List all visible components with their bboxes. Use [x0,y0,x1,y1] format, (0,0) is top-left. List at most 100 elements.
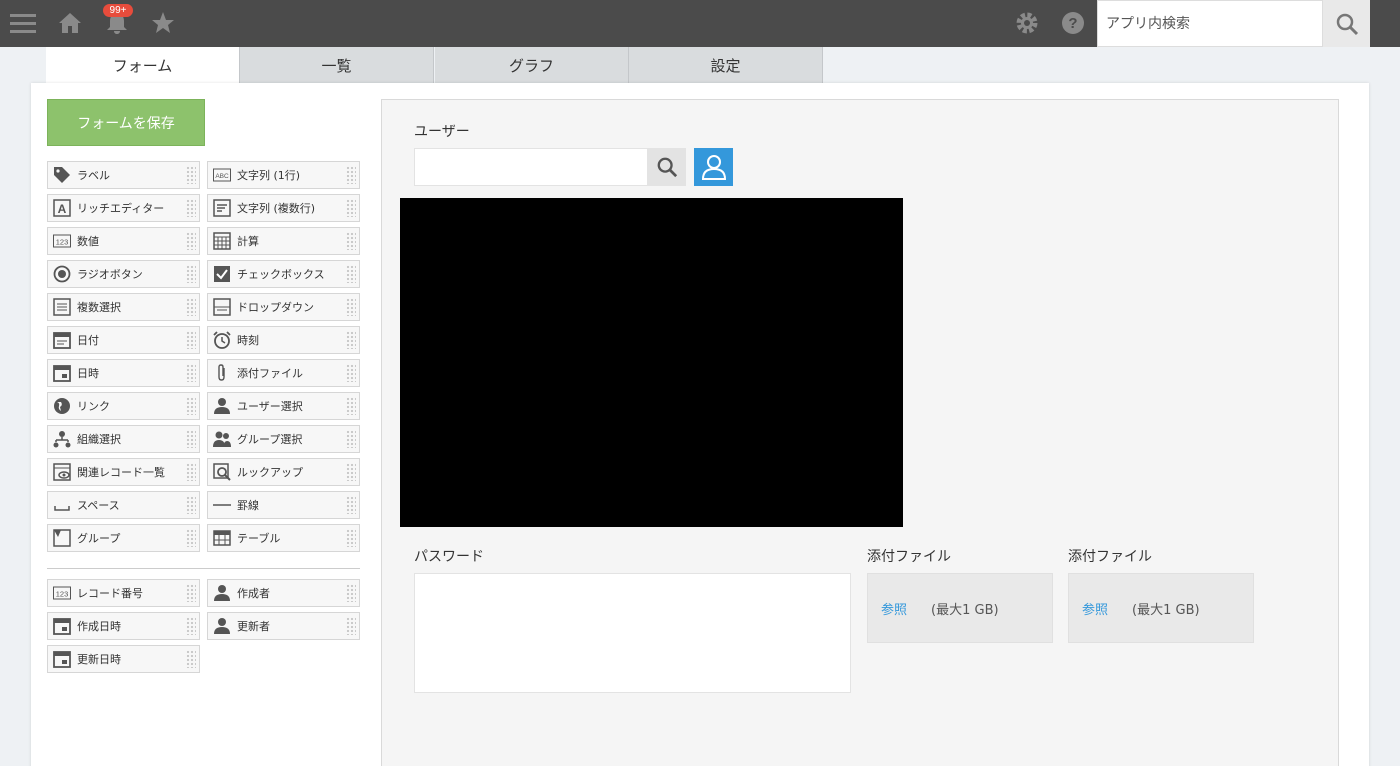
drag-handle-icon [346,331,356,349]
palette-item-label-text: グループ選択 [237,433,303,446]
calendar-icon [52,363,72,383]
calendar-icon [52,616,72,636]
palette-item-org-select[interactable]: 組織選択 [47,425,200,453]
app-search-input[interactable] [1097,0,1323,47]
tab-list[interactable]: 一覧 [240,47,434,83]
drag-handle-icon [186,529,196,547]
radio-icon [52,264,72,284]
drag-handle-icon [186,364,196,382]
tab-settings[interactable]: 設定 [629,47,823,83]
svg-text:123: 123 [56,590,69,599]
palette-item-label-text: 更新者 [237,620,270,633]
users-icon [212,429,232,449]
paperclip-icon [212,363,232,383]
menu-icon[interactable] [8,8,38,38]
browse-link[interactable]: 参照 [881,599,907,618]
palette-item-time[interactable]: 時刻 [207,326,360,354]
palette-item-label-text: 更新日時 [77,653,121,666]
drag-handle-icon [346,166,356,184]
palette-item-date[interactable]: 日付 [47,326,200,354]
drag-handle-icon [346,430,356,448]
palette-item-user-select[interactable]: ユーザー選択 [207,392,360,420]
palette-item-checkbox[interactable]: チェックボックス [207,260,360,288]
horizontal-rule-icon [212,495,232,515]
palette-item-label-text: 関連レコード一覧 [77,466,165,479]
drag-handle-icon [186,298,196,316]
user-search-button[interactable] [648,148,686,186]
drag-handle-icon [346,584,356,602]
tab-form[interactable]: フォーム [46,47,240,83]
star-icon[interactable] [148,8,178,38]
palette-item-table[interactable]: テーブル [207,524,360,552]
palette-item-label-text: 複数選択 [77,301,121,314]
palette-item-updater[interactable]: 更新者 [207,612,360,640]
palette-item-link[interactable]: リンク [47,392,200,420]
drag-handle-icon [186,463,196,481]
palette-item-label-text: レコード番号 [77,587,143,600]
home-icon[interactable] [55,8,85,38]
search-button[interactable] [1323,0,1370,47]
gear-icon[interactable] [1012,8,1042,38]
drag-handle-icon [346,298,356,316]
palette-item-updated-datetime[interactable]: 更新日時 [47,645,200,673]
drag-handle-icon [346,199,356,217]
drag-handle-icon [346,364,356,382]
palette-item-attachment[interactable]: 添付ファイル [207,359,360,387]
palette-item-single-line-text[interactable]: ABC 文字列 (1行) [207,161,360,189]
clock-icon [212,330,232,350]
palette-item-created-datetime[interactable]: 作成日時 [47,612,200,640]
palette-item-lookup[interactable]: ルックアップ [207,458,360,486]
top-bar: 99+ ? [0,0,1400,47]
palette-item-label[interactable]: ラベル [47,161,200,189]
browse-link[interactable]: 参照 [1082,599,1108,618]
drag-handle-icon [186,265,196,283]
rich-text-icon: A [52,198,72,218]
palette-item-label-text: ルックアップ [237,466,303,479]
space-icon [52,495,72,515]
globe-icon [52,396,72,416]
palette-item-label-text: 罫線 [237,499,259,512]
palette-item-multi-line-text[interactable]: 文字列 (複数行) [207,194,360,222]
palette-item-label-text: 作成者 [237,587,270,600]
svg-text:A: A [58,202,67,216]
palette-item-label-text: 文字列 (複数行) [237,202,316,215]
palette-item-datetime[interactable]: 日時 [47,359,200,387]
palette-item-record-number[interactable]: 123 レコード番号 [47,579,200,607]
drag-handle-icon [346,265,356,283]
lookup-icon [212,462,232,482]
tab-graph[interactable]: グラフ [435,47,629,83]
palette-item-radio[interactable]: ラジオボタン [47,260,200,288]
palette-item-number[interactable]: 123 数値 [47,227,200,255]
palette-item-label-text: ラベル [77,169,110,182]
palette-item-border[interactable]: 罫線 [207,491,360,519]
palette-item-group[interactable]: グループ [47,524,200,552]
table-icon [212,528,232,548]
palette-item-calculation[interactable]: 計算 [207,227,360,255]
palette-item-creator[interactable]: 作成者 [207,579,360,607]
svg-text:ABC: ABC [215,173,229,180]
group-icon [52,528,72,548]
user-field-input[interactable] [414,148,648,186]
palette-item-rich-editor[interactable]: A リッチエディター [47,194,200,222]
drag-handle-icon [186,166,196,184]
multi-select-icon [52,297,72,317]
palette-item-group-select[interactable]: グループ選択 [207,425,360,453]
drag-handle-icon [186,584,196,602]
help-icon[interactable]: ? [1058,8,1088,38]
checkbox-icon [212,264,232,284]
password-field-input[interactable] [414,573,851,693]
drag-handle-icon [186,617,196,635]
palette-item-related-records[interactable]: 関連レコード一覧 [47,458,200,486]
user-picker-button[interactable] [694,148,733,186]
palette-item-label-text: 数値 [77,235,99,248]
palette-item-space[interactable]: スペース [47,491,200,519]
palette-item-label-text: ユーザー選択 [237,400,303,413]
calculator-icon [212,231,232,251]
search-icon [657,157,678,178]
palette-item-multi-select[interactable]: 複数選択 [47,293,200,321]
text-field-icon: ABC [212,165,232,185]
palette-item-label-text: 作成日時 [77,620,121,633]
palette-item-dropdown[interactable]: ドロップダウン [207,293,360,321]
save-form-button[interactable]: フォームを保存 [47,99,205,146]
redacted-area [400,198,903,527]
